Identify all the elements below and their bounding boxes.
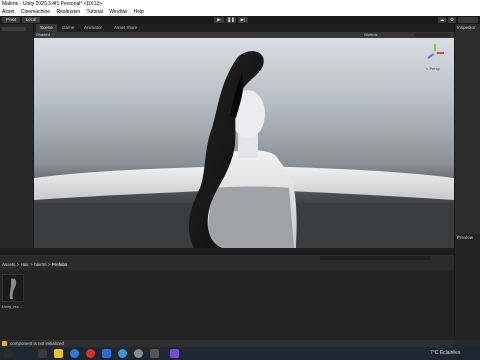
folder-icon[interactable] <box>54 349 63 358</box>
scene-orientation-gizmo[interactable] <box>424 42 446 64</box>
scene-render <box>34 51 454 248</box>
inspector-title[interactable]: Inspector <box>457 25 476 30</box>
project-search-input[interactable] <box>320 256 430 260</box>
menu-window[interactable]: Window <box>109 9 127 15</box>
play-button[interactable]: ▶ <box>214 17 224 23</box>
scene-viewport[interactable]: < Persp <box>34 38 454 248</box>
hair-prefab-icon <box>9 278 17 299</box>
opera-icon[interactable] <box>86 349 95 358</box>
collab-button[interactable]: ☁ <box>438 17 446 23</box>
tab-scene-label: Scene <box>40 25 53 30</box>
breadcrumb-assets[interactable]: Assets <box>2 262 16 267</box>
inspector-panel: Inspector <box>454 24 480 234</box>
weather-label[interactable]: Eclairées <box>440 350 461 356</box>
project-toolbar <box>0 255 454 270</box>
edge-icon[interactable] <box>70 349 79 358</box>
layers-dropdown[interactable] <box>458 17 478 23</box>
breadcrumb-hair[interactable]: Hair <box>21 262 29 267</box>
tab-animator[interactable]: Animator <box>80 24 106 32</box>
menu-help[interactable]: Help <box>134 9 144 15</box>
pivot-toggle[interactable]: Pivot <box>2 17 20 23</box>
scene-search-input[interactable] <box>414 33 450 37</box>
cloud-icon: ☁ <box>439 17 445 22</box>
gear-icon: ⚙ <box>449 17 455 22</box>
shading-label: Shaded <box>36 32 50 37</box>
status-bar <box>0 340 454 347</box>
axis-gizmo-icon <box>427 44 444 59</box>
gizmos-label: Gizmos <box>364 32 378 37</box>
tab-game-label: Game <box>62 25 75 30</box>
app-icon[interactable] <box>118 349 127 358</box>
main-toolbar: Pivot Local ▶ ❚❚ ▶| ☁ ⚙ <box>0 16 480 24</box>
status-message[interactable]: component is not initialized <box>10 340 64 347</box>
window-title-bar: Malone - Unity 2020.3.4f1 Personal* <DX1… <box>0 0 480 8</box>
pivot-label: Pivot <box>5 17 16 22</box>
asset-label: Unity_Ha... <box>2 304 22 309</box>
preview-title[interactable]: Preview <box>457 235 473 240</box>
menu-bar: Asset Cinemachine Realtusion Tutorial Wi… <box>0 8 480 16</box>
scene-tab-bar: Scene Game Animator Asset Store <box>34 24 454 32</box>
pause-icon: ❚❚ <box>227 17 235 22</box>
breadcrumb: Assets > Hair > hair06 > Prefabs <box>2 262 68 267</box>
tab-asset-store[interactable]: Asset Store <box>110 24 141 32</box>
step-icon: ▶| <box>240 17 246 22</box>
app-icon-2[interactable] <box>170 349 179 358</box>
project-tab-bar <box>0 248 454 255</box>
warning-icon <box>2 341 7 346</box>
local-toggle[interactable]: Local <box>22 17 40 23</box>
menu-tutorial[interactable]: Tutorial <box>86 9 103 15</box>
start-icon[interactable] <box>4 349 13 358</box>
file-explorer-icon[interactable] <box>38 349 47 358</box>
unity-editor-icon[interactable] <box>150 349 159 358</box>
weather-value[interactable]: 7°C <box>430 350 438 356</box>
menu-asset[interactable]: Asset <box>0 9 15 15</box>
tab-animator-label: Animator <box>84 25 103 30</box>
menu-cinemachine[interactable]: Cinemachine <box>21 9 50 15</box>
local-label: Local <box>25 17 37 22</box>
asset-thumbnail[interactable] <box>2 274 24 302</box>
hierarchy-panel <box>0 24 34 248</box>
breadcrumb-prefabs[interactable]: Prefabs <box>52 262 68 267</box>
breadcrumb-hair06[interactable]: hair06 <box>34 262 47 267</box>
play-icon: ▶ <box>217 17 221 22</box>
tab-asset-store-label: Asset Store <box>114 25 138 30</box>
hierarchy-header <box>2 27 26 31</box>
menu-realtusion[interactable]: Realtusion <box>56 9 80 15</box>
services-button[interactable]: ⚙ <box>448 17 456 23</box>
tab-game[interactable]: Game <box>58 24 78 32</box>
unity-hub-icon[interactable] <box>134 349 143 358</box>
preview-panel: Preview <box>454 234 480 340</box>
persp-label[interactable]: < Persp <box>426 66 440 71</box>
pause-button[interactable]: ❚❚ <box>226 17 236 23</box>
tab-scene[interactable]: Scene <box>36 24 57 32</box>
step-button[interactable]: ▶| <box>238 17 248 23</box>
word-icon[interactable] <box>102 349 111 358</box>
window-title: Malone - Unity 2020.3.4f1 Personal* <DX1… <box>2 1 103 7</box>
system-tray: 7°C Eclairées <box>430 349 460 358</box>
top-garment <box>206 186 294 248</box>
